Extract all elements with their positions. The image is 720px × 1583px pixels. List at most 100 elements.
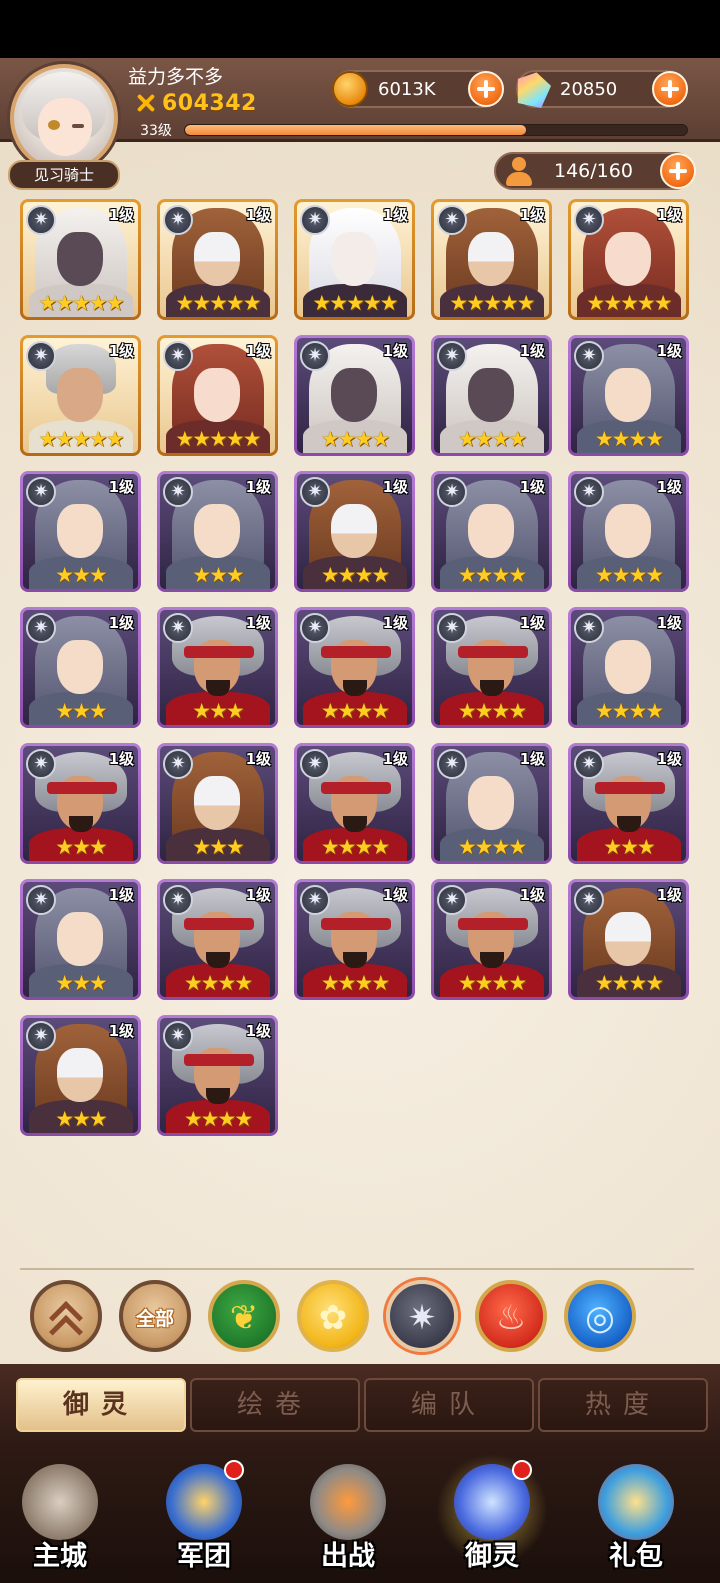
filter-dark-star-button[interactable]: ✷ xyxy=(386,1280,458,1352)
hero-card[interactable]: ✷ 1级 ★★★★ xyxy=(568,335,689,456)
battle-gate-icon xyxy=(310,1464,386,1540)
tab-scrolls[interactable]: 绘卷 xyxy=(190,1378,360,1432)
dark-star-faction-icon: ✷ xyxy=(437,341,467,371)
hero-card[interactable]: ✷ 1级 ★★★★★ xyxy=(431,199,552,320)
dark-star-faction-icon: ✷ xyxy=(437,885,467,915)
hero-level: 1级 xyxy=(245,1022,271,1040)
hero-card[interactable]: ✷ 1级 ★★★ xyxy=(20,743,141,864)
hero-card[interactable]: ✷ 1级 ★★★ xyxy=(157,471,278,592)
hero-card[interactable]: ✷ 1级 ★★★ xyxy=(157,743,278,864)
collapse-button[interactable] xyxy=(30,1280,102,1352)
nav-legion[interactable]: 军团 xyxy=(144,1454,264,1583)
hero-stars: ★★★ xyxy=(603,835,655,859)
dark-star-faction-icon: ✷ xyxy=(574,885,604,915)
hero-stars: ★★★ xyxy=(55,563,107,587)
nav-main-city[interactable]: 主城 xyxy=(0,1454,120,1583)
hero-level: 1级 xyxy=(382,478,408,496)
nav-battle[interactable]: 出战 xyxy=(288,1454,408,1583)
hero-stars: ★★★★ xyxy=(457,427,527,451)
hero-card[interactable]: ✷ 1级 ★★★★ xyxy=(431,335,552,456)
hero-card[interactable]: ✷ 1级 ★★★★★ xyxy=(568,199,689,320)
xp-bar-fill xyxy=(185,125,527,135)
dark-star-faction-icon: ✷ xyxy=(26,749,56,779)
combat-power: 604342 xyxy=(134,90,257,116)
dark-star-faction-icon: ✷ xyxy=(163,341,193,371)
hero-card[interactable]: ✷ 1级 ★★★★ xyxy=(294,607,415,728)
hero-stars: ★★★★ xyxy=(594,699,664,723)
hero-card[interactable]: ✷ 1级 ★★★★ xyxy=(294,335,415,456)
dark-star-faction-icon: ✷ xyxy=(300,477,330,507)
dark-star-faction-icon: ✷ xyxy=(163,205,193,235)
hero-card[interactable]: ✷ 1级 ★★★ xyxy=(20,1015,141,1136)
hero-capacity-value: 146/160 xyxy=(554,160,633,182)
hero-card[interactable]: ✷ 1级 ★★★★★ xyxy=(157,199,278,320)
hero-card[interactable]: ✷ 1级 ★★★★ xyxy=(157,879,278,1000)
rose-faction-icon: ✿ xyxy=(318,1298,348,1338)
hero-card[interactable]: ✷ 1级 ★★★★ xyxy=(431,471,552,592)
filter-divider xyxy=(20,1268,694,1270)
hero-card[interactable]: ✷ 1级 ★★★★ xyxy=(294,471,415,592)
hero-card[interactable]: ✷ 1级 ★★★★ xyxy=(431,743,552,864)
hero-card[interactable]: ✷ 1级 ★★★★ xyxy=(568,607,689,728)
player-avatar[interactable] xyxy=(10,64,118,172)
hero-card[interactable]: ✷ 1级 ★★★★ xyxy=(568,879,689,1000)
hero-card[interactable]: ✷ 1级 ★★★ xyxy=(20,607,141,728)
hero-stars: ★★★★ xyxy=(183,1107,253,1131)
player-name: 益力多不多 xyxy=(128,66,224,88)
dark-star-faction-icon: ✷ xyxy=(574,205,604,235)
nav-gift-pack[interactable]: 礼包 xyxy=(576,1454,696,1583)
hero-level: 1级 xyxy=(245,206,271,224)
hero-card[interactable]: ✷ 1级 ★★★★ xyxy=(431,607,552,728)
dark-star-faction-icon: ✷ xyxy=(574,477,604,507)
filter-nature-button[interactable]: ❦ xyxy=(208,1280,280,1352)
hero-stars: ★★★★★ xyxy=(175,291,261,315)
filter-rose-button[interactable]: ✿ xyxy=(297,1280,369,1352)
hero-card[interactable]: ✷ 1级 ★★★★ xyxy=(568,471,689,592)
hero-level: 1级 xyxy=(656,750,682,768)
tab-popularity[interactable]: 热度 xyxy=(538,1378,708,1432)
filter-all-label: 全部 xyxy=(135,1308,174,1330)
hero-stars: ★★★★★ xyxy=(312,291,398,315)
tab-heroes[interactable]: 御灵 xyxy=(16,1378,186,1432)
gift-shop-icon xyxy=(598,1464,674,1540)
filter-all-button[interactable]: 全部 xyxy=(119,1280,191,1352)
dark-star-faction-icon: ✷ xyxy=(26,1021,56,1051)
dark-star-faction-icon: ✷ xyxy=(300,613,330,643)
hero-card[interactable]: ✷ 1级 ★★★ xyxy=(20,879,141,1000)
hero-card[interactable]: ✷ 1级 ★★★★ xyxy=(157,1015,278,1136)
add-gems-button[interactable] xyxy=(652,71,688,107)
dark-star-faction-icon: ✷ xyxy=(163,749,193,779)
nav-heroes[interactable]: 御灵 xyxy=(432,1454,552,1583)
filter-phoenix-button[interactable]: ♨ xyxy=(475,1280,547,1352)
hero-level: 1级 xyxy=(519,478,545,496)
expand-capacity-button[interactable] xyxy=(660,153,696,189)
hero-card[interactable]: ✷ 1级 ★★★★★ xyxy=(157,335,278,456)
hero-level: 1级 xyxy=(382,614,408,632)
hero-level: 1级 xyxy=(519,614,545,632)
hero-card[interactable]: ✷ 1级 ★★★★★ xyxy=(294,199,415,320)
hero-card[interactable]: ✷ 1级 ★★★★ xyxy=(294,879,415,1000)
castle-icon xyxy=(22,1464,98,1540)
hero-level: 1级 xyxy=(519,342,545,360)
hero-level: 1级 xyxy=(382,342,408,360)
hero-level: 1级 xyxy=(656,886,682,904)
add-gold-button[interactable] xyxy=(468,71,504,107)
hero-card[interactable]: ✷ 1级 ★★★★★ xyxy=(20,335,141,456)
hero-level: 1级 xyxy=(108,206,134,224)
hero-stars: ★★★ xyxy=(55,1107,107,1131)
hero-card[interactable]: ✷ 1级 ★★★★ xyxy=(294,743,415,864)
hero-card[interactable]: ✷ 1级 ★★★ xyxy=(568,743,689,864)
hero-stars: ★★★★★ xyxy=(586,291,672,315)
filter-water-button[interactable]: ◎ xyxy=(564,1280,636,1352)
hero-card[interactable]: ✷ 1级 ★★★ xyxy=(157,607,278,728)
hero-level: 1级 xyxy=(108,342,134,360)
hero-card[interactable]: ✷ 1级 ★★★★★ xyxy=(20,199,141,320)
hero-level: 1级 xyxy=(656,342,682,360)
hero-card[interactable]: ✷ 1级 ★★★ xyxy=(20,471,141,592)
hero-stars: ★★★★ xyxy=(457,563,527,587)
tab-formation[interactable]: 编队 xyxy=(364,1378,534,1432)
notification-badge xyxy=(512,1460,532,1480)
hero-stars: ★★★★ xyxy=(457,835,527,859)
hero-stars: ★★★★ xyxy=(594,563,664,587)
hero-card[interactable]: ✷ 1级 ★★★★ xyxy=(431,879,552,1000)
